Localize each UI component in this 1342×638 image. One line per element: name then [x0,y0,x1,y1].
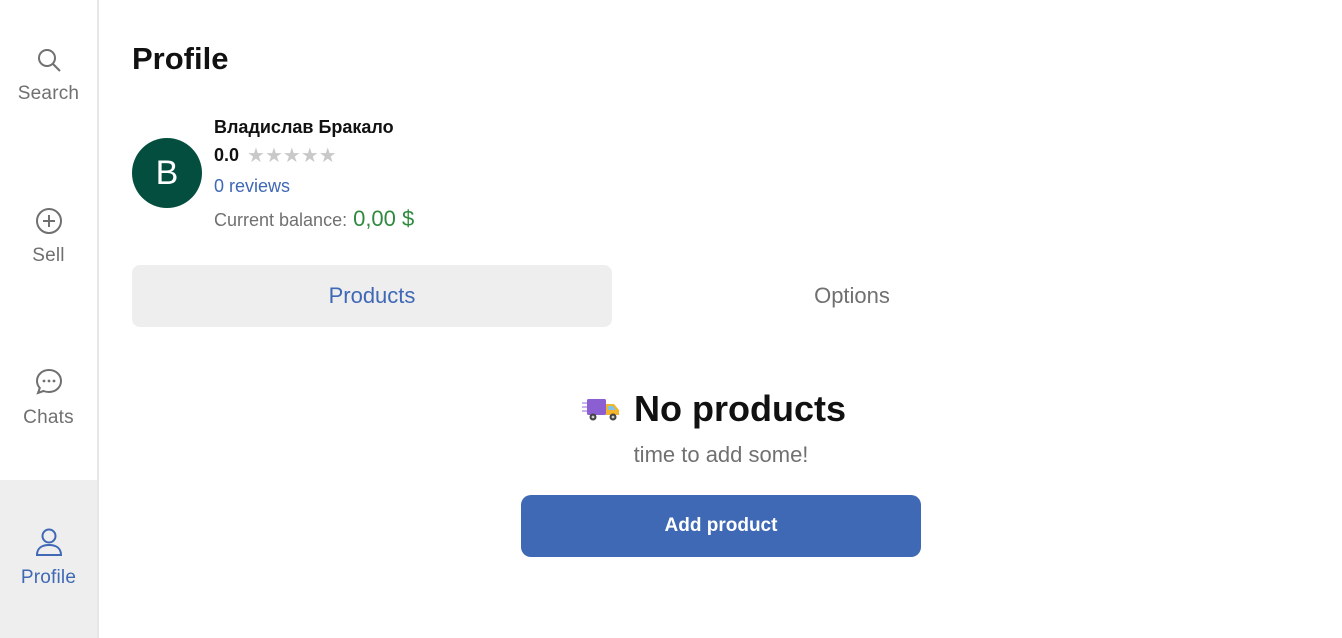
reviews-link[interactable]: 0 reviews [214,176,290,197]
star-icon: ★ [318,144,337,167]
sidebar-item-chats[interactable]: Chats [0,320,97,480]
app-root: Search Sell Chats Profile Profile B Влад… [0,0,1342,638]
user-name: Владислав Бракало [214,117,394,137]
balance: Current balance: 0,00 $ [214,206,414,232]
sidebar-item-sell[interactable]: Sell [0,160,97,320]
sidebar-item-label: Sell [32,245,65,266]
add-product-button[interactable]: Add product [521,495,921,557]
user-icon [35,528,62,556]
rating-row: 0.0 ★ ★ ★ ★ ★ [214,145,337,166]
balance-label: Current balance: [214,210,348,230]
star-icon: ★ [264,144,283,167]
tab-options[interactable]: Options [612,265,1092,327]
sidebar-item-label: Search [17,83,80,104]
tab-bar: Products Options [132,265,1092,327]
tab-products[interactable]: Products [132,265,612,327]
empty-state-title-text: No products [634,388,846,429]
search-icon [37,49,61,72]
empty-state-title: No products [582,388,846,430]
sidebar-item-profile[interactable]: Profile [0,480,97,638]
plus-circle-icon [35,208,62,234]
sidebar: Search Sell Chats Profile [0,0,99,638]
balance-amount: 0,00 $ [353,206,415,231]
page-title: Profile [132,41,229,76]
star-icon: ★ [282,144,301,167]
chat-bubble-icon [35,368,62,395]
star-icon: ★ [247,144,265,167]
empty-state-subtitle: time to add some! [633,442,809,467]
sidebar-item-search[interactable]: Search [0,0,97,160]
sidebar-item-label: Chats [23,407,74,428]
main-content: Profile B Владислав Бракало 0.0 ★ ★ ★ ★ … [132,0,1312,638]
rating-value: 0.0 [214,145,240,165]
sidebar-item-label: Profile [20,567,77,588]
delivery-truck-icon [582,399,619,421]
avatar: B [132,138,202,208]
star-icon: ★ [300,144,319,167]
